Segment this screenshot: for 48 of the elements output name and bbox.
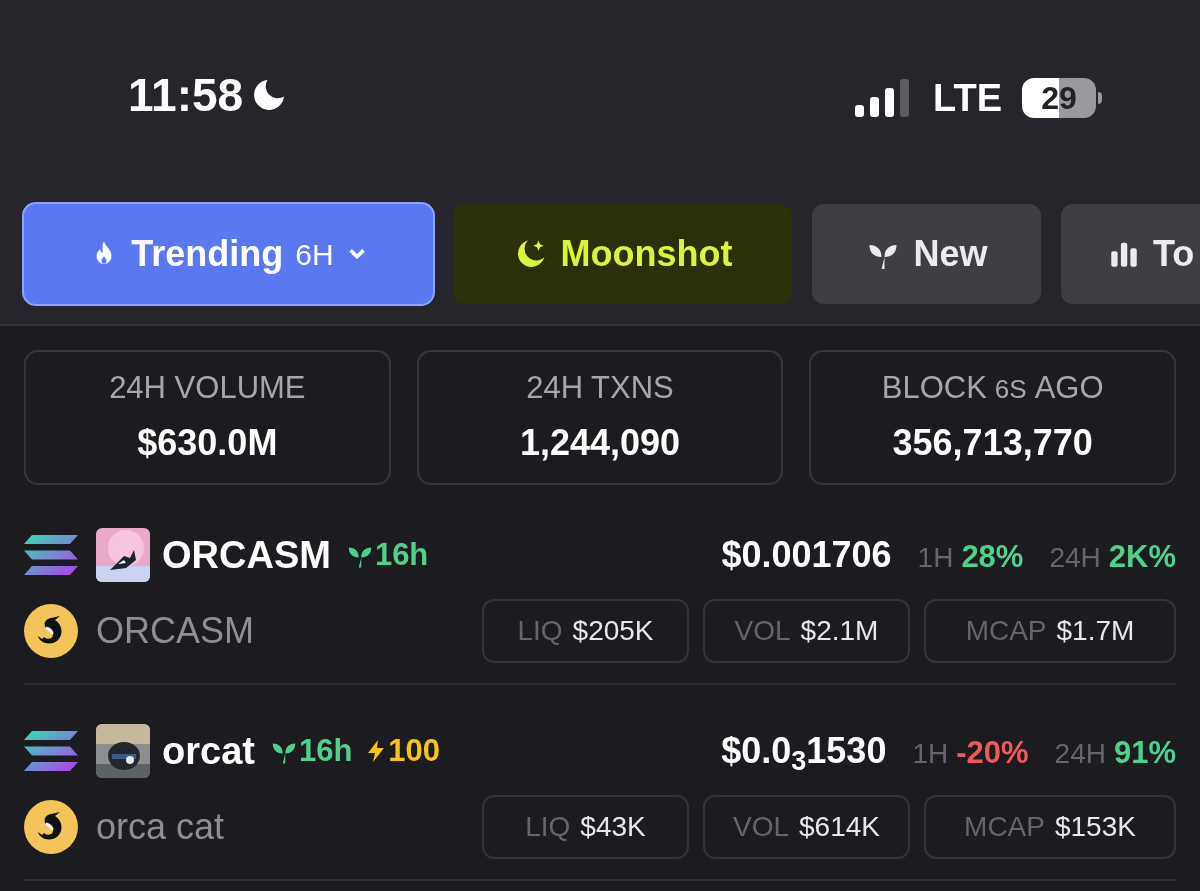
stat-label-suffix: AGO — [1034, 369, 1104, 408]
token-age: 16h — [298, 731, 353, 770]
filter-tab[interactable]: New — [812, 204, 1041, 304]
stat-value: 1,244,090 — [519, 420, 681, 465]
price-change: 28% — [961, 538, 1024, 576]
token-price: $0.0$_{3}$1530 — [721, 729, 887, 778]
stripes-icon — [24, 731, 78, 771]
stat-value: 356,713,770 — [892, 420, 1093, 465]
token-age: 16h — [374, 535, 429, 574]
stat-label: 24H VOLUME — [109, 369, 306, 408]
change-period: 24H — [1054, 737, 1106, 771]
price-change: 91% — [1113, 734, 1176, 772]
filter-tab[interactable]: Moonshot — [453, 204, 792, 304]
token-name: orca cat — [96, 805, 225, 849]
change-period: 1H — [917, 541, 954, 575]
metric-label: LIQ — [517, 614, 563, 648]
stripes-icon — [24, 535, 78, 575]
price-change: 2K% — [1108, 538, 1176, 576]
token-symbol: ORCASM — [162, 532, 331, 578]
metric-value: $614K — [799, 810, 880, 844]
battery-percent: 29 — [1041, 82, 1077, 114]
metric-label: LIQ — [525, 810, 571, 844]
metric-label: MCAP — [964, 810, 1045, 844]
metric-label: MCAP — [965, 614, 1047, 648]
token-name: ORCASM — [96, 609, 254, 653]
network-label: LTE — [933, 79, 1002, 117]
metric-value: $153K — [1054, 810, 1136, 844]
whale-icon — [24, 800, 78, 854]
filter-tab[interactable]: To — [1061, 204, 1200, 304]
price-change: -20% — [956, 734, 1029, 772]
stat-label: BLOCK — [881, 369, 987, 408]
token-symbol: orcat — [162, 728, 255, 774]
change-period: 1H — [912, 737, 949, 771]
metric-value: $43K — [580, 810, 646, 844]
clock-time: 11:58 — [128, 72, 244, 118]
filter-tab[interactable]: Trending 6H — [24, 204, 433, 304]
boost-count: 100 — [388, 731, 441, 770]
metric-value: $1.7M — [1056, 614, 1135, 648]
token-price: $0.001706 — [721, 533, 892, 577]
stat-value: $630.0M — [137, 420, 278, 465]
change-period: 24H — [1049, 541, 1101, 575]
stat-label: 24H TXNS — [526, 369, 674, 408]
metric-value: $205K — [572, 614, 654, 648]
metric-label: VOL — [733, 810, 790, 844]
metric-label: VOL — [734, 614, 791, 648]
stat-age: 6S — [994, 373, 1027, 407]
whale-icon — [24, 604, 78, 658]
metric-value: $2.1M — [800, 614, 879, 648]
